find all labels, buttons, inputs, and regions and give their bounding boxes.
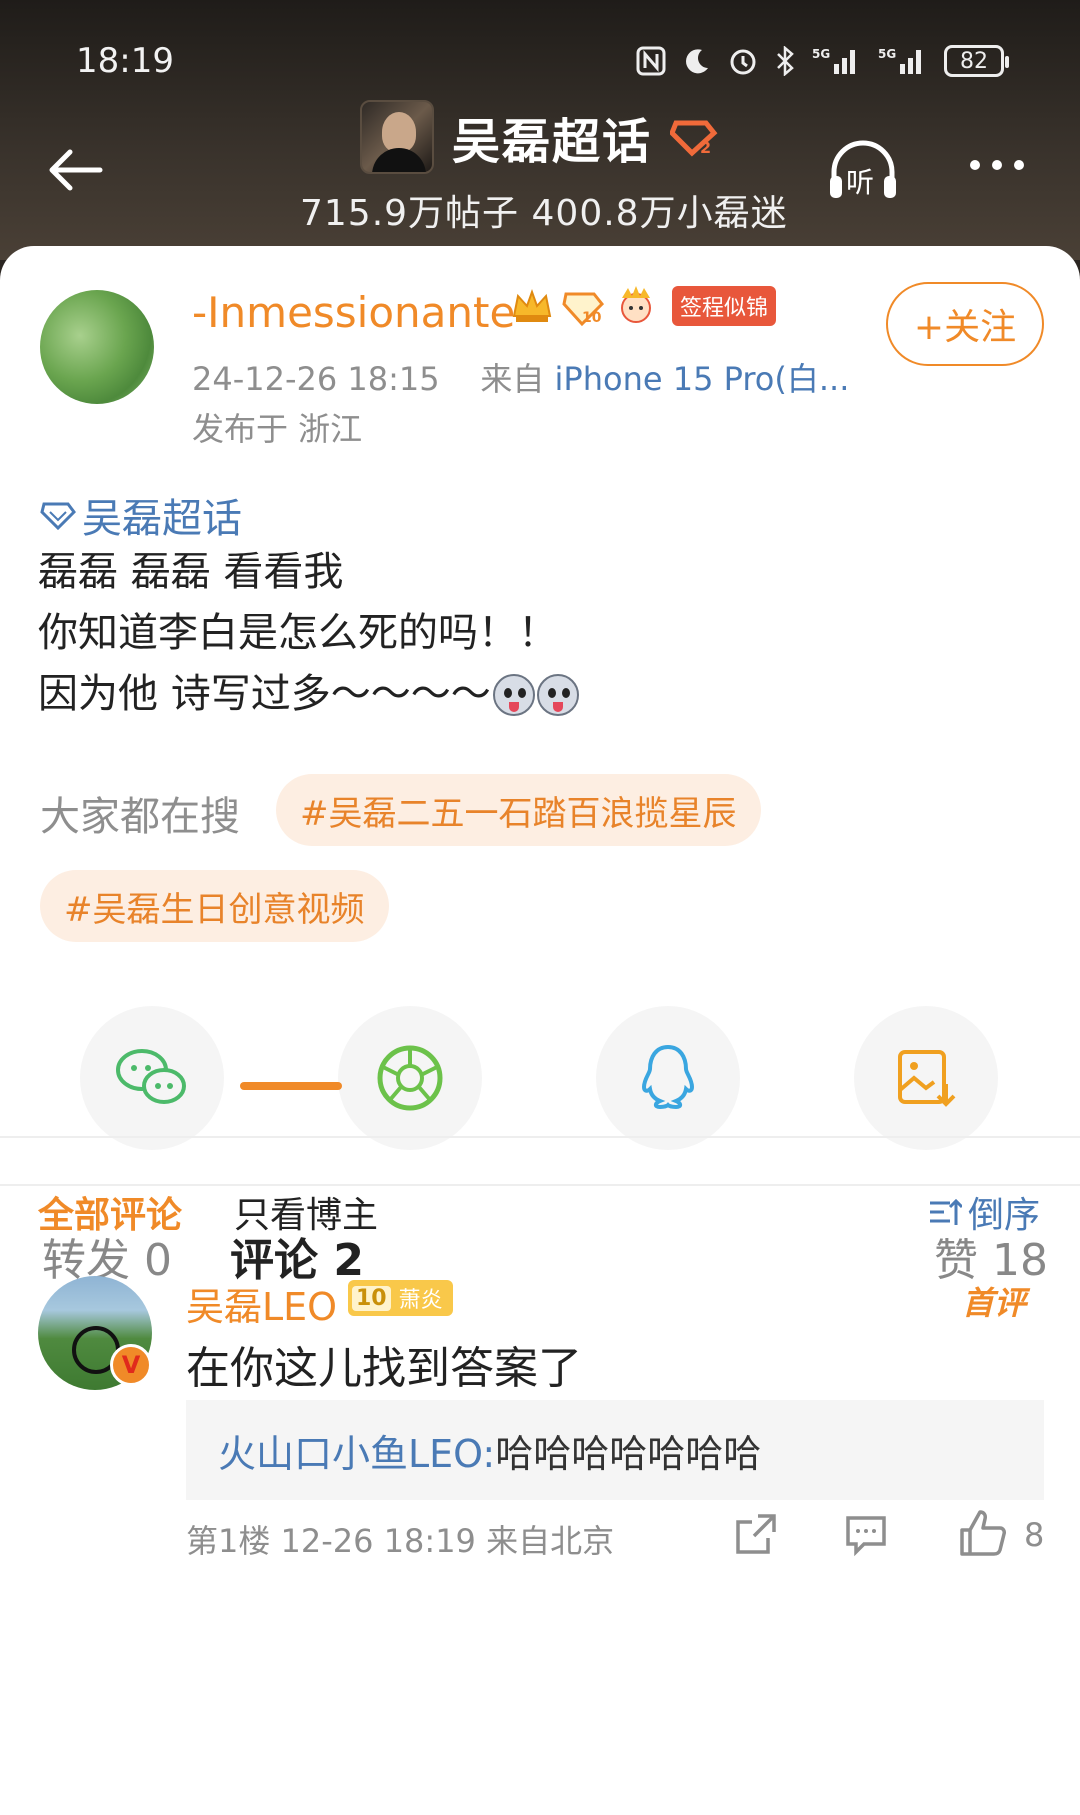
commenter-username[interactable]: 吴磊LEO [186,1276,337,1331]
thumbs-up-icon [960,1510,1006,1556]
share-icon [736,1514,776,1554]
verified-badge-icon: V [110,1344,152,1386]
fan-level-icon: 10 [562,292,605,327]
signal-5g-icon: 5G [812,46,862,76]
svg-text:10: 10 [582,310,602,326]
share-qq-button[interactable] [596,1006,740,1150]
topic-link[interactable]: 吴磊超话 [40,486,242,544]
alarm-icon [728,46,758,76]
crown-icon [512,289,552,322]
trending-label: 大家都在搜 [40,794,240,840]
honor-tag-badge: 签程似锦 [672,286,777,326]
back-button[interactable] [44,140,104,200]
nfc-icon [636,46,666,76]
post-location: 发布于 浙江 [192,410,363,448]
like-comment-button[interactable] [958,1508,1006,1556]
post-body: 磊磊 磊磊 看看我 你知道李白是怎么死的吗！！ 因为他 诗写过多～～～～ [38,542,579,725]
topic-title-row[interactable]: 吴磊超话 2 [360,100,718,174]
listen-button[interactable]: 听 [826,138,900,202]
share-comment-button[interactable] [732,1510,780,1558]
status-icons: 5G 5G 82 [636,45,1009,77]
svg-text:2: 2 [700,138,711,157]
source-prefix: 来自 [480,360,545,398]
sort-order-button[interactable]: 倒序 [928,1186,1040,1238]
post-time: 24-12-26 18:15 [192,360,440,398]
post-line: 磊磊 磊磊 看看我 [38,549,344,595]
post-meta: 24-12-26 18:15 来自 iPhone 15 Pro(白... [192,354,849,400]
author-username[interactable]: -Inmessionante [192,288,515,337]
comment-like-count: 8 [1024,1516,1045,1554]
topic-title: 吴磊超话 [452,114,653,170]
moon-icon [682,46,712,76]
comment-text: 在你这儿找到答案了 [186,1343,582,1394]
share-wechat-button[interactable] [80,1006,224,1150]
husky-emoji-icon [536,673,579,716]
hot-search-chip[interactable]: #吴磊生日创意视频 [40,870,389,942]
diamond-icon [40,502,76,530]
post-line: 你知道李白是怎么死的吗！！ [38,610,558,656]
reply-comment-button[interactable] [842,1510,890,1558]
moments-icon [377,1045,443,1111]
topic-stats: 715.9万帖子 400.8万小磊迷 [300,193,788,234]
author-badges: 10 签程似锦 [510,284,777,328]
dot-icon [1014,160,1024,170]
arrow-left-icon [49,149,103,191]
active-tab-indicator [240,1082,342,1090]
post-line-text: 因为他 诗写过多～～～～ [38,671,491,717]
qq-icon [641,1044,695,1110]
hot-search-chip[interactable]: #吴磊二五一石踏百浪揽星辰 [276,774,761,846]
mascot-icon [621,286,651,323]
save-image-button[interactable] [854,1006,998,1150]
topic-header: 18:19 5G 5G 82 吴磊超话 2 715.9万帖子 400.8万小磊迷… [0,0,1080,260]
save-image-icon [898,1050,956,1107]
post-line: 因为他 诗写过多～～～～ [38,664,579,725]
fan-badge-label: 萧炎 [398,1288,443,1313]
comment-meta: 第1楼 12-26 18:19 来自北京 [186,1522,615,1560]
battery-indicator: 82 [944,45,1009,77]
share-moments-button[interactable] [338,1006,482,1150]
dot-icon [992,160,1002,170]
fan-level: 10 [352,1285,391,1311]
author-avatar[interactable] [40,290,154,404]
husky-emoji-icon [492,673,535,716]
first-comment-label: 首评 [962,1284,1027,1322]
filter-all-comments[interactable]: 全部评论 [38,1186,182,1238]
bluetooth-icon [774,46,796,76]
reply-text: 哈哈哈哈哈哈哈 [495,1431,762,1476]
filter-author-only[interactable]: 只看博主 [234,1186,378,1238]
headphones-icon: 听 [830,140,896,199]
signal-5g-icon: 5G [878,46,928,76]
commenter-fan-badge: 10 萧炎 [348,1280,453,1316]
topic-thumbnail [360,100,434,174]
topic-link-label: 吴磊超话 [82,496,242,542]
dot-icon [970,160,980,170]
topic-level-icon: 2 [670,120,718,157]
sort-label: 倒序 [968,1195,1041,1236]
more-options-button[interactable] [970,160,1024,170]
wechat-icon [116,1049,186,1104]
svg-text:听: 听 [846,166,874,199]
divider [0,1136,1080,1138]
reply-preview[interactable]: 火山口小鱼LEO: 哈哈哈哈哈哈哈 [186,1400,1044,1500]
svg-text:5G: 5G [812,47,830,61]
post-card: -Inmessionante 10 签程似锦 +关注 24-12-26 18:1… [0,246,1080,1815]
sort-icon [930,1198,962,1225]
status-bar: 18:19 5G 5G 82 [0,36,1080,86]
svg-text:5G: 5G [878,47,896,61]
follow-button[interactable]: +关注 [886,282,1044,366]
status-time: 18:19 [76,41,174,81]
share-row [0,1006,1080,1150]
reply-username[interactable]: 火山口小鱼LEO: [218,1423,495,1478]
comment-icon [846,1516,886,1557]
post-device[interactable]: iPhone 15 Pro(白... [555,360,850,398]
